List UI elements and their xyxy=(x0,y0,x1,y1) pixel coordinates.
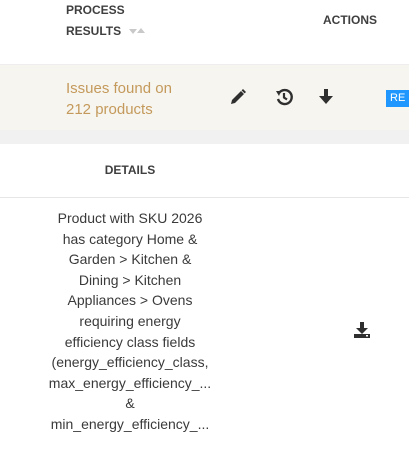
table-header: PROCESS RESULTS ACTIONS xyxy=(0,0,409,64)
details-line: & xyxy=(125,395,135,412)
details-line: max_energy_efficiency_... xyxy=(48,374,212,391)
history-icon[interactable] xyxy=(274,87,294,112)
details-line: Garden > Kitchen & xyxy=(68,251,192,268)
details-line: has category Home & xyxy=(62,230,198,247)
pencil-icon[interactable] xyxy=(228,87,248,112)
details-header: DETAILS xyxy=(0,144,409,198)
issues-line2: 212 products xyxy=(66,101,153,118)
sort-arrows-icon[interactable] xyxy=(129,27,146,36)
details-line: min_energy_efficiency_... xyxy=(50,415,210,432)
process-results-header-line2: RESULTS xyxy=(66,24,122,38)
details-line: Product with SKU 2026 xyxy=(57,210,203,226)
details-line: requiring energy xyxy=(79,312,181,329)
issues-line1: Issues found on xyxy=(66,80,172,97)
details-line: (energy_efficiency_class, xyxy=(51,354,209,371)
download-arrow-icon[interactable] xyxy=(316,87,336,112)
process-results-header-line1: PROCESS xyxy=(66,3,125,17)
status-badge[interactable]: RE xyxy=(386,90,409,107)
details-text: Product with SKU 2026 has category Home … xyxy=(30,208,230,435)
download-tray-icon[interactable] xyxy=(353,321,371,344)
details-body: Product with SKU 2026 has category Home … xyxy=(0,198,409,458)
process-result-row: Issues found on 212 products RE xyxy=(0,64,409,131)
process-results-header[interactable]: PROCESS RESULTS xyxy=(66,0,146,42)
actions-header: ACTIONS xyxy=(323,13,377,27)
details-line: Dining > Kitchen xyxy=(78,271,182,288)
issues-summary[interactable]: Issues found on 212 products xyxy=(66,78,206,120)
details-title: DETAILS xyxy=(104,163,156,177)
details-line: efficiency class fields xyxy=(64,333,196,350)
section-divider xyxy=(0,130,409,144)
details-line: Appliances > Ovens xyxy=(67,292,193,309)
